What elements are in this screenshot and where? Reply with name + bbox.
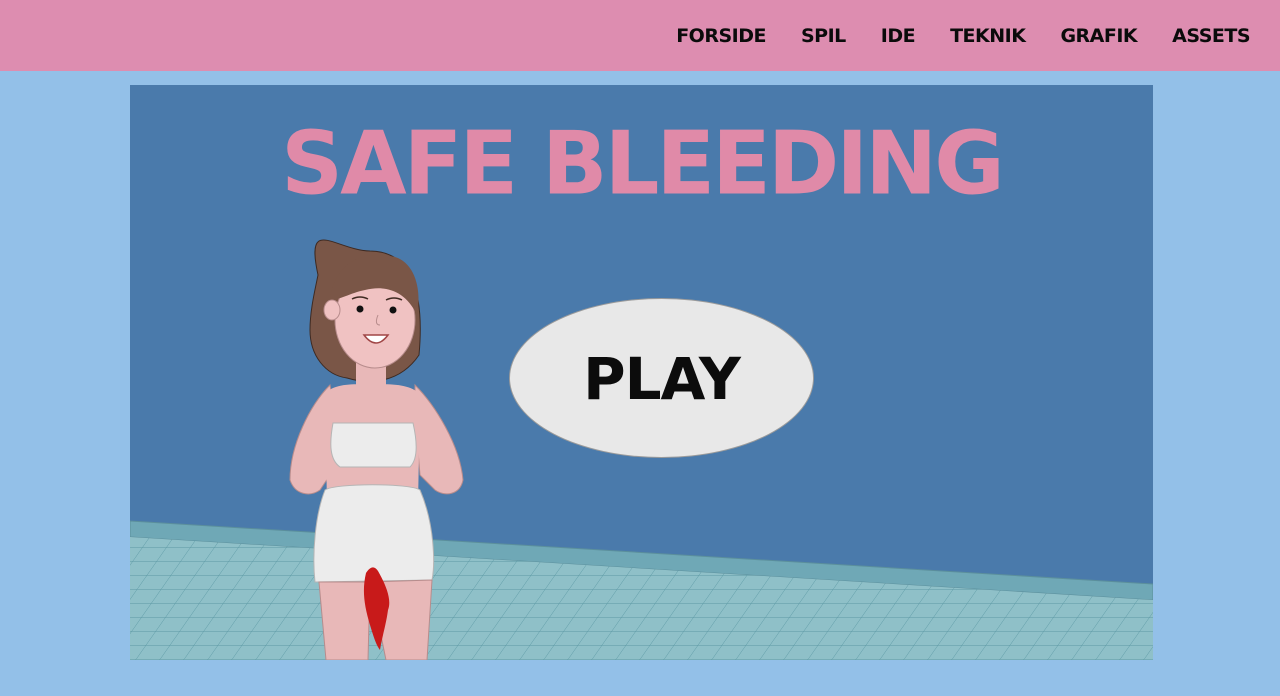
nav-link-grafik[interactable]: GRAFIK bbox=[1060, 25, 1137, 47]
game-canvas[interactable]: SAFE BLEEDING PLAY bbox=[130, 85, 1153, 660]
play-button-label: PLAY bbox=[583, 345, 741, 413]
nav-link-forside[interactable]: FORSIDE bbox=[676, 25, 766, 47]
nav-link-assets[interactable]: ASSETS bbox=[1172, 25, 1250, 47]
game-title: SAFE BLEEDING bbox=[281, 113, 1005, 215]
top-nav-bar: FORSIDE SPIL IDE TEKNIK GRAFIK ASSETS bbox=[0, 0, 1280, 71]
main-nav: FORSIDE SPIL IDE TEKNIK GRAFIK ASSETS bbox=[641, 0, 1250, 71]
nav-link-spil[interactable]: SPIL bbox=[801, 25, 846, 47]
play-button[interactable]: PLAY bbox=[509, 298, 814, 458]
nav-link-teknik[interactable]: TEKNIK bbox=[950, 25, 1026, 47]
nav-link-ide[interactable]: IDE bbox=[881, 25, 916, 47]
